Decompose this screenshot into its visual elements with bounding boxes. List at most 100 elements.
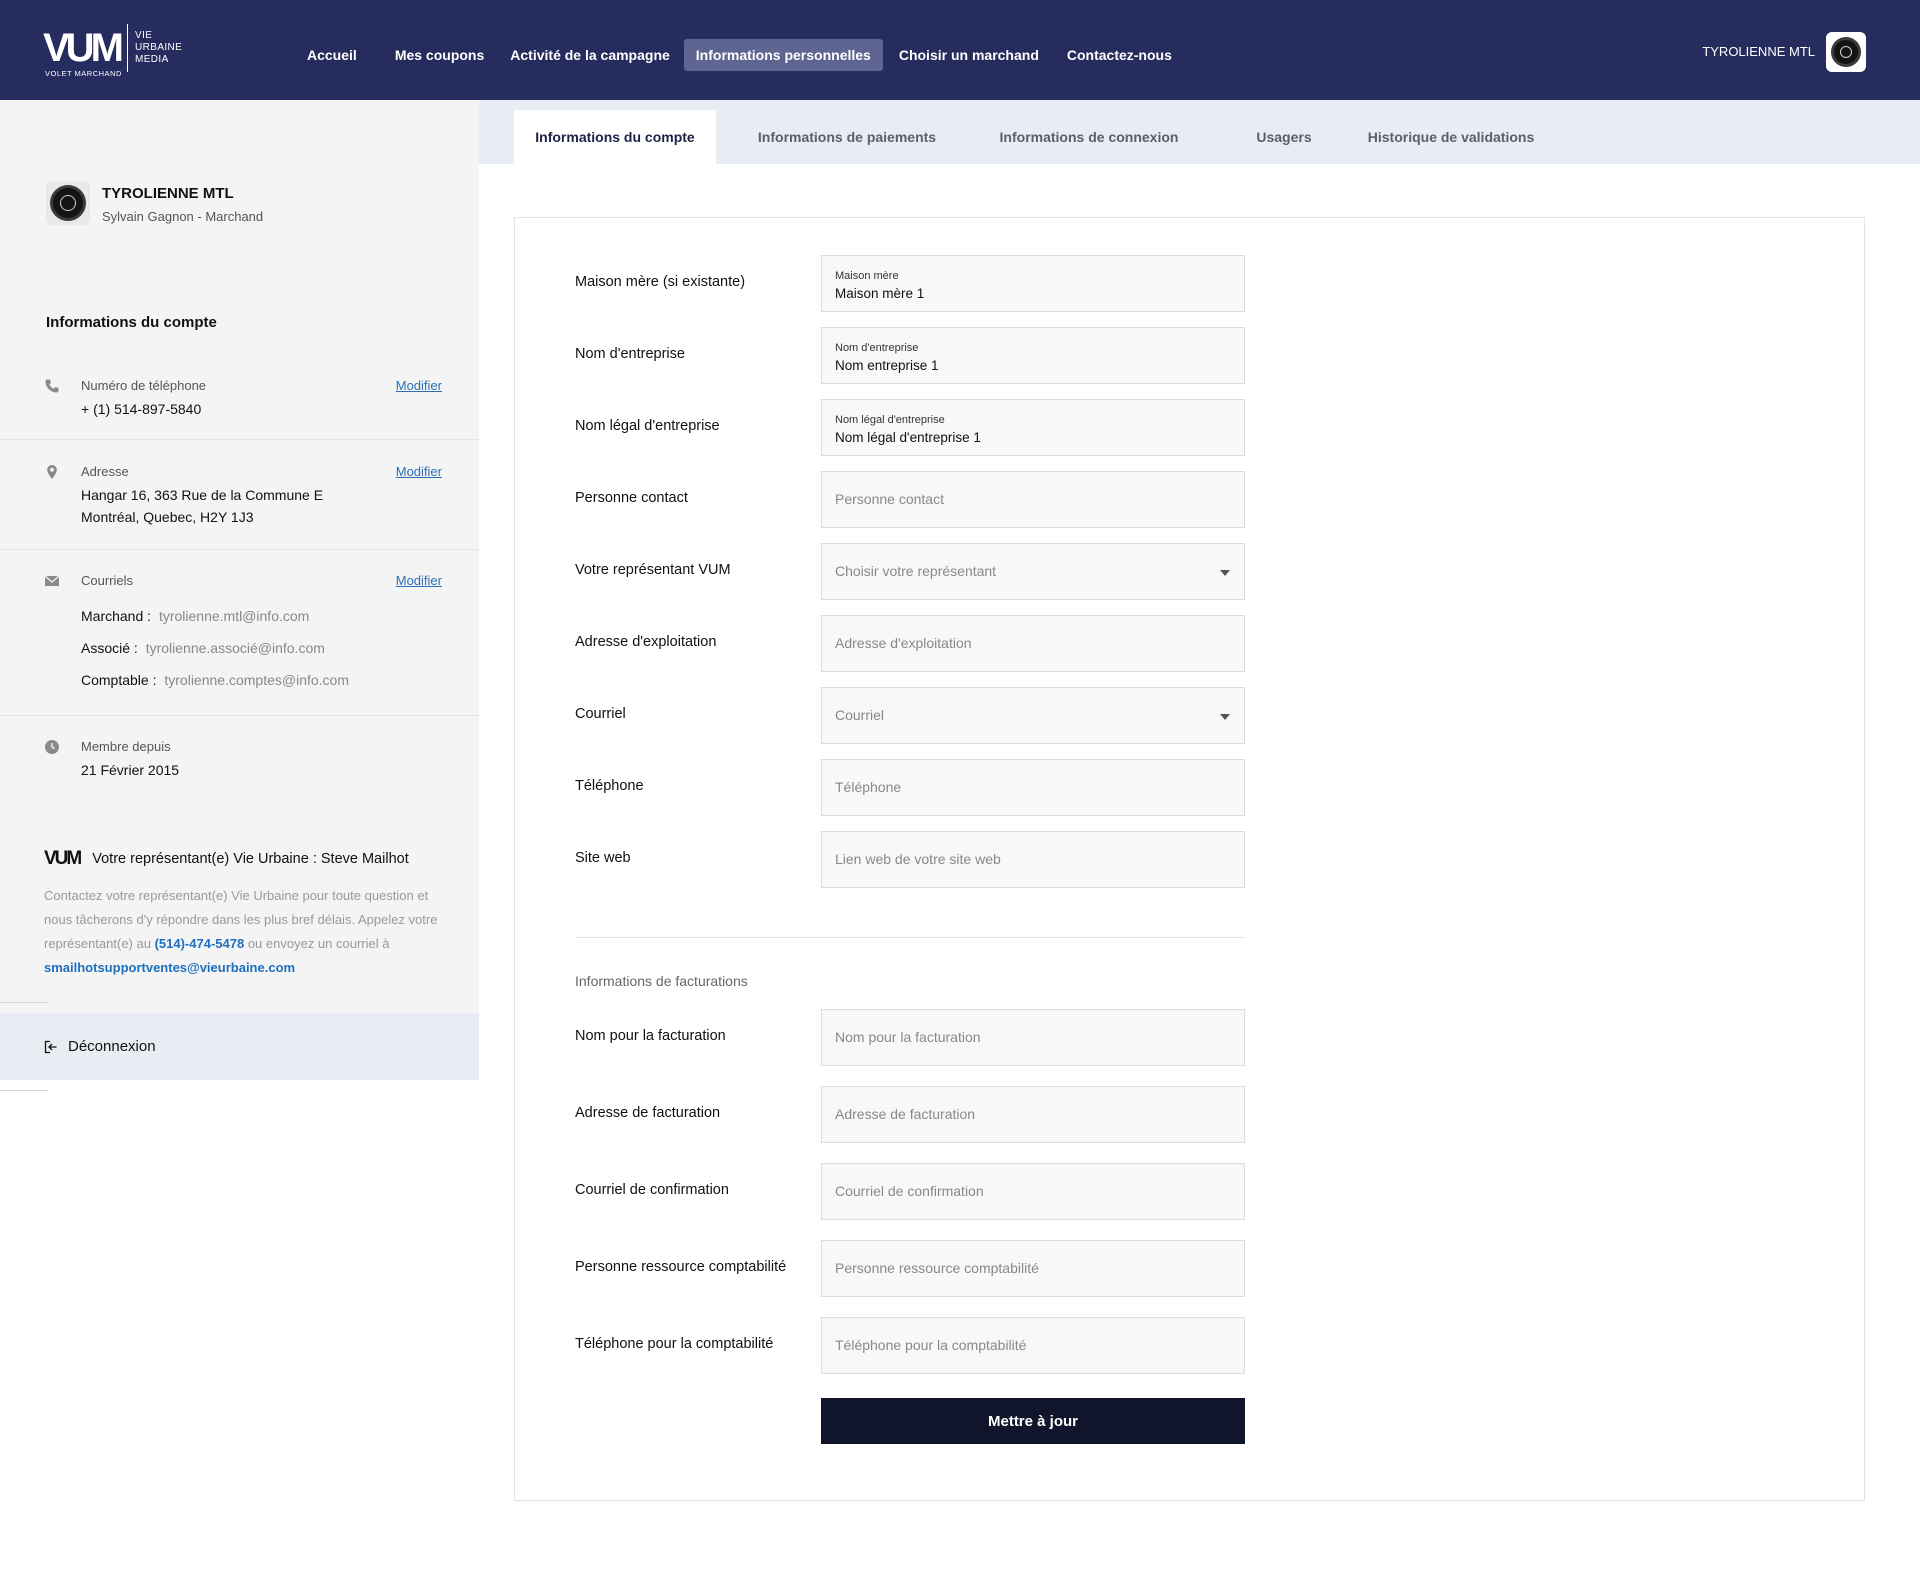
phone-label: Numéro de téléphone: [81, 378, 207, 393]
label-telephone: Téléphone: [575, 778, 644, 794]
field-placeholder: Choisir votre représentant: [835, 563, 997, 579]
nav-item-informations-personnelles[interactable]: Informations personnelles: [683, 39, 883, 71]
representative-text: Contactez votre représentant(e) Vie Urba…: [44, 884, 448, 980]
vum-logo[interactable]: VUM VIE URBAINE MEDIA VOLET MARCHAND: [43, 24, 203, 80]
nav-item-accueil[interactable]: Accueil: [295, 39, 369, 71]
user-avatar[interactable]: [1826, 32, 1866, 72]
maison-mere-field[interactable]: Maison mère Maison mère 1: [821, 255, 1245, 312]
phone-info-block: Numéro de téléphone + (1) 514-897-5840 M…: [0, 362, 479, 440]
divider: [0, 1002, 48, 1003]
email-key: Marchand :: [81, 608, 152, 624]
label-representant-vum: Votre représentant VUM: [575, 562, 731, 578]
logo-subtitle: VOLET MARCHAND: [45, 69, 122, 78]
tab-informations-de-paiements[interactable]: Informations de paiements: [747, 110, 947, 164]
email-row-associe: Associé : tyrolienne.associé@info.com: [81, 640, 325, 656]
representative-text-2: ou envoyez un courriel à: [247, 936, 390, 951]
form-divider: [575, 937, 1245, 938]
field-value: Nom légal d'entreprise 1: [835, 430, 981, 445]
nav-item-contactez-nous[interactable]: Contactez-nous: [1055, 39, 1184, 71]
field-placeholder: Téléphone: [835, 779, 902, 795]
logo-mark: VUM: [43, 26, 124, 70]
personne-contact-field[interactable]: Personne contact: [821, 471, 1245, 528]
nom-facturation-field[interactable]: Nom pour la facturation: [821, 1009, 1245, 1066]
nav-item-activite-campagne[interactable]: Activité de la campagne: [498, 39, 682, 71]
field-placeholder: Téléphone pour la comptabilité: [835, 1337, 1027, 1353]
edit-phone-link[interactable]: Modifier: [396, 378, 442, 393]
logout-button[interactable]: Déconnexion: [0, 1013, 479, 1080]
phone-value: + (1) 514-897-5840: [81, 401, 202, 417]
user-name[interactable]: TYROLIENNE MTL: [1702, 44, 1815, 59]
company-role: Sylvain Gagnon - Marchand: [102, 209, 264, 224]
label-nom-legal-entreprise: Nom légal d'entreprise: [575, 418, 720, 434]
tab-historique-de-validations[interactable]: Historique de validations: [1341, 110, 1561, 164]
float-label: Nom d'entreprise: [835, 342, 919, 354]
float-label: Nom légal d'entreprise: [835, 414, 945, 426]
field-value: Maison mère 1: [835, 286, 925, 301]
tab-informations-de-connexion[interactable]: Informations de connexion: [989, 110, 1189, 164]
field-placeholder: Personne contact: [835, 491, 944, 507]
logout-label: Déconnexion: [68, 1038, 156, 1055]
divider: [0, 1090, 48, 1091]
nom-entreprise-field[interactable]: Nom d'entreprise Nom entreprise 1: [821, 327, 1245, 384]
company-logo: [46, 181, 90, 225]
account-tabs: Informations du compte Informations de p…: [479, 100, 1920, 164]
representative-title: Votre représentant(e) Vie Urbaine : Stev…: [92, 851, 409, 867]
location-pin-icon: [47, 465, 57, 479]
caret-down-icon: [1220, 714, 1230, 720]
logo-word-urbaine: URBAINE: [135, 42, 183, 53]
emails-label: Courriels: [81, 573, 134, 588]
representative-email-link[interactable]: smailhotsupportventes@vieurbaine.com: [44, 960, 295, 975]
edit-emails-link[interactable]: Modifier: [396, 573, 442, 588]
label-courriel: Courriel: [575, 706, 626, 722]
address-info-block: Adresse Hangar 16, 363 Rue de la Commune…: [0, 440, 479, 550]
telephone-field[interactable]: Téléphone: [821, 759, 1245, 816]
label-nom-entreprise: Nom d'entreprise: [575, 346, 685, 362]
email-row-marchand: Marchand : tyrolienne.mtl@info.com: [81, 608, 309, 624]
email-value: tyrolienne.comptes@info.com: [164, 672, 349, 688]
email-key: Associé :: [81, 640, 138, 656]
field-placeholder: Courriel: [835, 707, 885, 723]
member-since-label: Membre depuis: [81, 739, 171, 754]
nom-legal-entreprise-field[interactable]: Nom légal d'entreprise Nom légal d'entre…: [821, 399, 1245, 456]
vum-small-logo: VUM: [44, 848, 82, 869]
main-menu: Accueil Mes coupons Activité de la campa…: [295, 38, 1188, 72]
label-telephone-comptabilite: Téléphone pour la comptabilité: [575, 1336, 774, 1352]
update-button[interactable]: Mettre à jour: [821, 1398, 1245, 1444]
adresse-facturation-field[interactable]: Adresse de facturation: [821, 1086, 1245, 1143]
merchant-badge-icon: [50, 185, 86, 221]
label-courriel-confirmation: Courriel de confirmation: [575, 1182, 729, 1198]
tab-usagers[interactable]: Usagers: [1224, 110, 1344, 164]
label-maison-mere: Maison mère (si existante): [575, 274, 746, 290]
field-placeholder: Nom pour la facturation: [835, 1029, 981, 1045]
member-since-block: Membre depuis 21 Février 2015: [0, 716, 479, 796]
edit-address-link[interactable]: Modifier: [396, 464, 442, 479]
nav-item-choisir-marchand[interactable]: Choisir un marchand: [887, 39, 1051, 71]
tab-informations-du-compte[interactable]: Informations du compte: [514, 110, 716, 164]
personne-ressource-comptabilite-field[interactable]: Personne ressource comptabilité: [821, 1240, 1245, 1297]
nav-item-mes-coupons[interactable]: Mes coupons: [383, 39, 496, 71]
envelope-icon: [44, 575, 60, 586]
representative-phone-link[interactable]: (514)-474-5478: [155, 936, 245, 951]
label-personne-ressource-comptabilite: Personne ressource comptabilité: [575, 1259, 787, 1275]
field-placeholder: Courriel de confirmation: [835, 1183, 984, 1199]
caret-down-icon: [1220, 570, 1230, 576]
telephone-comptabilite-field[interactable]: Téléphone pour la comptabilité: [821, 1317, 1245, 1374]
site-web-field[interactable]: Lien web de votre site web: [821, 831, 1245, 888]
courriel-select[interactable]: Courriel: [821, 687, 1245, 744]
field-placeholder: Lien web de votre site web: [835, 851, 1001, 867]
representant-vum-select[interactable]: Choisir votre représentant: [821, 543, 1245, 600]
logo-word-media: MEDIA: [135, 54, 169, 65]
email-row-comptable: Comptable : tyrolienne.comptes@info.com: [81, 672, 349, 688]
adresse-exploitation-field[interactable]: Adresse d'exploitation: [821, 615, 1245, 672]
courriel-confirmation-field[interactable]: Courriel de confirmation: [821, 1163, 1245, 1220]
address-line-1: Hangar 16, 363 Rue de la Commune E: [81, 487, 324, 503]
field-value: Nom entreprise 1: [835, 358, 939, 373]
label-site-web: Site web: [575, 850, 631, 866]
label-adresse-facturation: Adresse de facturation: [575, 1105, 721, 1121]
representative-title-row: VUM Votre représentant(e) Vie Urbaine : …: [44, 848, 448, 870]
label-nom-facturation: Nom pour la facturation: [575, 1028, 726, 1044]
merchant-badge-icon: [1831, 37, 1861, 67]
emails-info-block: Courriels Modifier Marchand : tyrolienne…: [0, 550, 479, 716]
billing-section-title: Informations de facturations: [575, 973, 748, 989]
label-personne-contact: Personne contact: [575, 490, 688, 506]
